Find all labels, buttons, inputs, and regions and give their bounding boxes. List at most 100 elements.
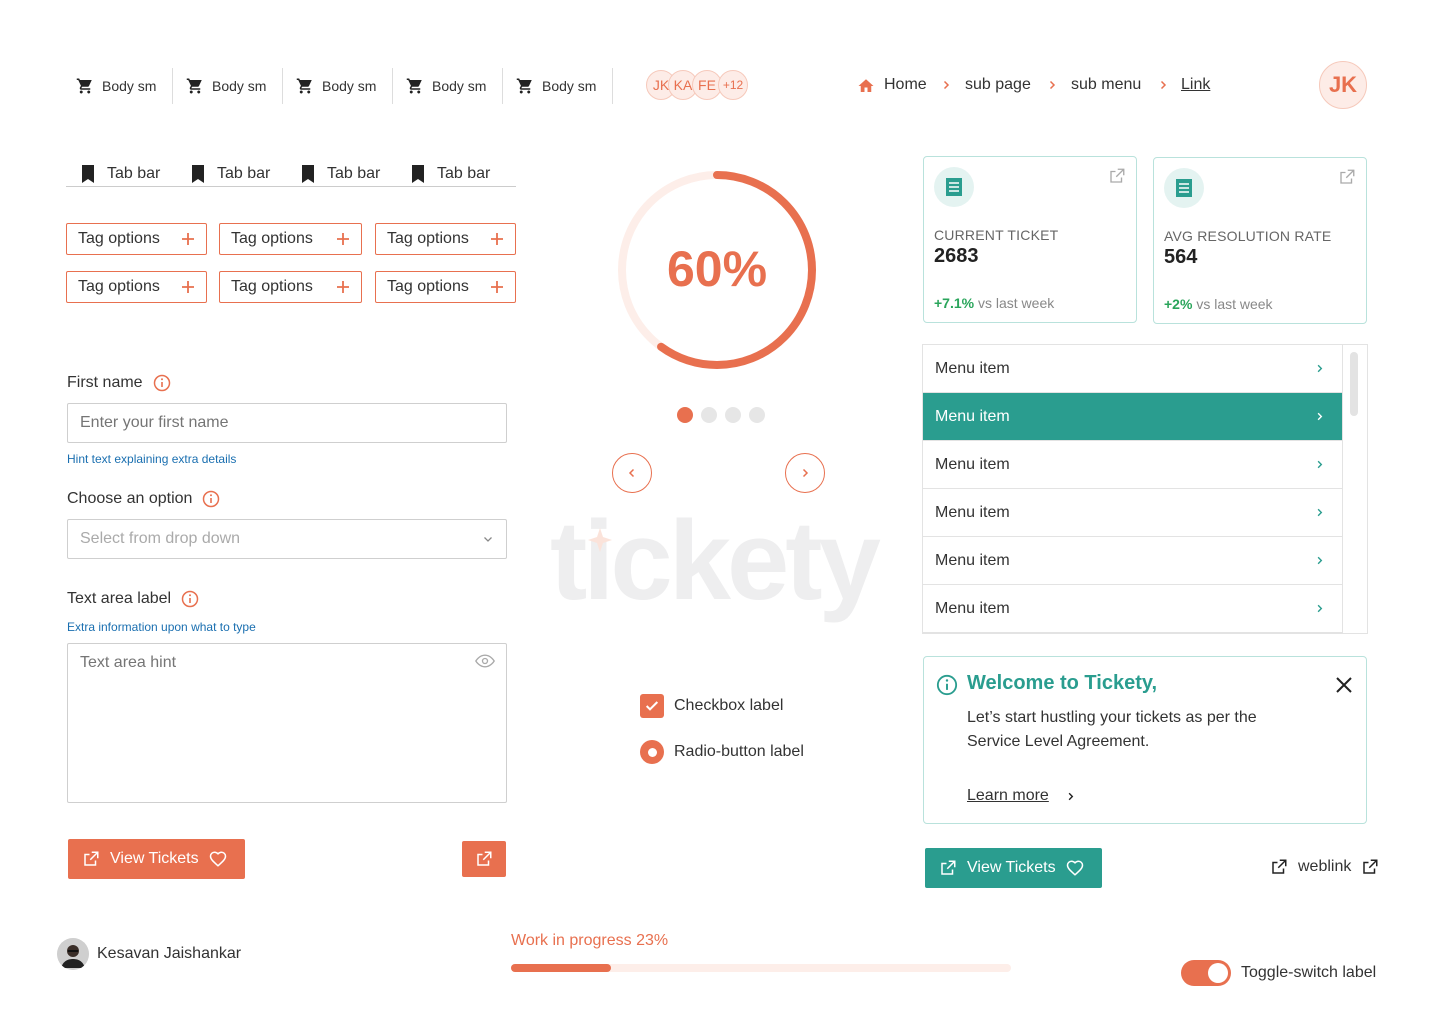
first-name-input[interactable] — [67, 403, 507, 443]
chevron-right-icon — [1049, 80, 1056, 90]
radio-button[interactable]: Radio-button label — [640, 740, 804, 764]
home-icon — [858, 79, 874, 92]
external-link-icon — [1272, 859, 1287, 874]
avatar-overflow: +12 — [718, 70, 748, 100]
weblink[interactable]: weblink — [1270, 858, 1379, 876]
tag-label: Tag options — [231, 278, 313, 295]
menu-item-label: Menu item — [935, 359, 1010, 377]
breadcrumb-item[interactable]: sub menu — [1071, 76, 1141, 94]
tab-3[interactable]: Tab bar — [301, 162, 380, 186]
stat-card-current-ticket[interactable]: CURRENT TICKET 2683 +7.1% vs last week — [923, 156, 1137, 323]
plus-icon — [491, 281, 503, 293]
eye-icon[interactable] — [475, 653, 495, 669]
plus-icon — [182, 233, 194, 245]
stat-title: AVG RESOLUTION RATE — [1164, 228, 1332, 244]
external-link-button[interactable] — [462, 841, 506, 877]
nav-divider — [282, 68, 283, 104]
user-name: Kesavan Jaishankar — [97, 945, 242, 962]
toggle-switch[interactable]: Toggle-switch label — [1181, 960, 1376, 986]
plus-icon — [491, 233, 503, 245]
toggle-label: Toggle-switch label — [1241, 964, 1377, 981]
bookmark-icon — [82, 165, 94, 183]
info-icon[interactable] — [153, 374, 171, 392]
external-link-icon[interactable] — [1338, 168, 1356, 186]
carousel-prev-button[interactable] — [612, 453, 652, 493]
tag-chip[interactable]: Tag options — [219, 223, 362, 255]
nav-item-2[interactable]: Body sm — [186, 68, 266, 104]
menu-scrollbar-thumb[interactable] — [1350, 352, 1358, 416]
cart-icon — [406, 78, 422, 94]
toggle-track[interactable] — [1181, 960, 1231, 986]
tab-1[interactable]: Tab bar — [81, 162, 160, 186]
view-tickets-teal-button[interactable]: View Tickets — [925, 848, 1102, 888]
progress-ring-label: 60% — [666, 241, 768, 297]
nav-item-5[interactable]: Body sm — [516, 68, 596, 104]
stat-card-resolution-rate[interactable]: AVG RESOLUTION RATE 564 +2% vs last week — [1153, 157, 1367, 324]
external-link-icon — [1363, 859, 1378, 874]
carousel-dot-active[interactable] — [677, 407, 693, 423]
tab-label: Tab bar — [437, 165, 491, 182]
chevron-right-icon — [1068, 792, 1074, 800]
tab-2[interactable]: Tab bar — [191, 162, 270, 186]
breadcrumb-item[interactable]: sub page — [965, 76, 1031, 94]
tag-chip[interactable]: Tag options — [66, 223, 207, 255]
menu-item[interactable]: Menu item — [923, 537, 1343, 585]
receipt-icon — [934, 167, 974, 207]
select-placeholder: Select from drop down — [80, 530, 241, 547]
chevron-right-icon — [1317, 604, 1323, 613]
menu-item[interactable]: Menu item — [923, 489, 1343, 537]
tag-chip[interactable]: Tag options — [219, 271, 362, 303]
breadcrumb-home[interactable]: Home — [884, 76, 927, 94]
menu-item[interactable]: Menu item — [923, 345, 1343, 393]
tab-label: Tab bar — [217, 165, 271, 182]
person-icon — [57, 938, 89, 970]
checkbox-box[interactable] — [640, 694, 664, 718]
label-text: Text area label — [67, 590, 172, 607]
breadcrumb-link[interactable]: Link — [1181, 76, 1210, 94]
tag-chip[interactable]: Tag options — [375, 271, 516, 303]
tag-label: Tag options — [387, 230, 469, 247]
nav-item-3[interactable]: Body sm — [296, 68, 376, 104]
receipt-icon — [1164, 168, 1204, 208]
info-icon[interactable] — [202, 490, 220, 508]
trend-value: +7.1% — [934, 295, 975, 311]
tag-label: Tag options — [78, 278, 160, 295]
plus-icon — [182, 281, 194, 293]
user-photo-avatar — [57, 938, 89, 970]
notification-title: Welcome to Tickety, — [967, 672, 1158, 694]
view-tickets-button[interactable]: View Tickets — [68, 839, 245, 879]
menu-item[interactable]: Menu item — [923, 585, 1343, 633]
checkbox-label: Checkbox label — [674, 697, 784, 714]
carousel-next-button[interactable] — [785, 453, 825, 493]
info-icon[interactable] — [181, 590, 199, 608]
carousel-dot[interactable] — [701, 407, 717, 423]
user-avatar[interactable]: JK — [1319, 61, 1367, 109]
carousel-dot[interactable] — [749, 407, 765, 423]
close-icon[interactable] — [1336, 677, 1352, 693]
external-link-icon — [84, 851, 99, 866]
learn-more-link[interactable]: Learn more — [967, 787, 1076, 805]
trend-text: vs last week — [1196, 296, 1273, 312]
chevron-down-icon — [484, 537, 492, 542]
option-select[interactable]: Select from drop down — [67, 519, 507, 559]
menu-list: Menu item Menu item Menu item Menu item … — [922, 344, 1368, 634]
progress-ring: 60% — [617, 170, 817, 370]
tag-chip[interactable]: Tag options — [66, 271, 207, 303]
user-chip[interactable]: Kesavan Jaishankar — [57, 938, 241, 970]
stat-title: CURRENT TICKET — [934, 227, 1059, 243]
menu-item[interactable]: Menu item — [923, 441, 1343, 489]
nav-item-4[interactable]: Body sm — [406, 68, 486, 104]
text-area[interactable] — [67, 643, 507, 803]
plus-icon — [337, 281, 349, 293]
heart-icon — [209, 851, 226, 867]
external-link-icon[interactable] — [1108, 167, 1126, 185]
tag-chip[interactable]: Tag options — [375, 223, 516, 255]
checkbox[interactable]: Checkbox label — [640, 694, 783, 718]
chevron-right-icon — [1317, 508, 1323, 517]
nav-item-1[interactable]: Body sm — [76, 68, 156, 104]
tab-4[interactable]: Tab bar — [411, 162, 490, 186]
menu-item-active[interactable]: Menu item — [923, 393, 1343, 441]
radio-circle[interactable] — [640, 740, 664, 764]
nav-item-label: Body sm — [322, 78, 377, 94]
carousel-dot[interactable] — [725, 407, 741, 423]
